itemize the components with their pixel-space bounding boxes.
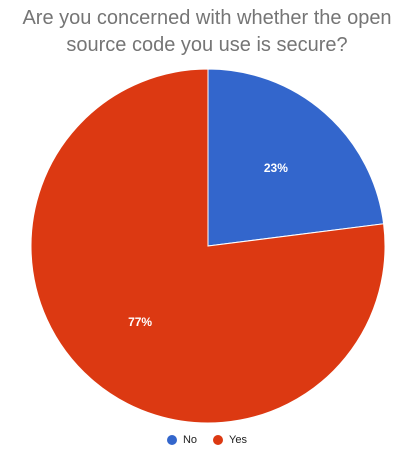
legend-item-yes[interactable]: Yes xyxy=(213,434,247,446)
legend: No Yes xyxy=(0,434,414,446)
pie-label-no: 23% xyxy=(264,161,288,175)
pie-slice-no[interactable] xyxy=(207,68,385,247)
legend-item-no[interactable]: No xyxy=(166,434,198,446)
pie-label-yes: 77% xyxy=(128,315,152,329)
legend-label-yes: Yes xyxy=(229,434,247,446)
legend-swatch-no xyxy=(166,435,177,445)
pie-chart: 23% 77% xyxy=(30,68,386,424)
legend-label-no: No xyxy=(182,434,198,446)
legend-swatch-yes xyxy=(213,435,224,445)
